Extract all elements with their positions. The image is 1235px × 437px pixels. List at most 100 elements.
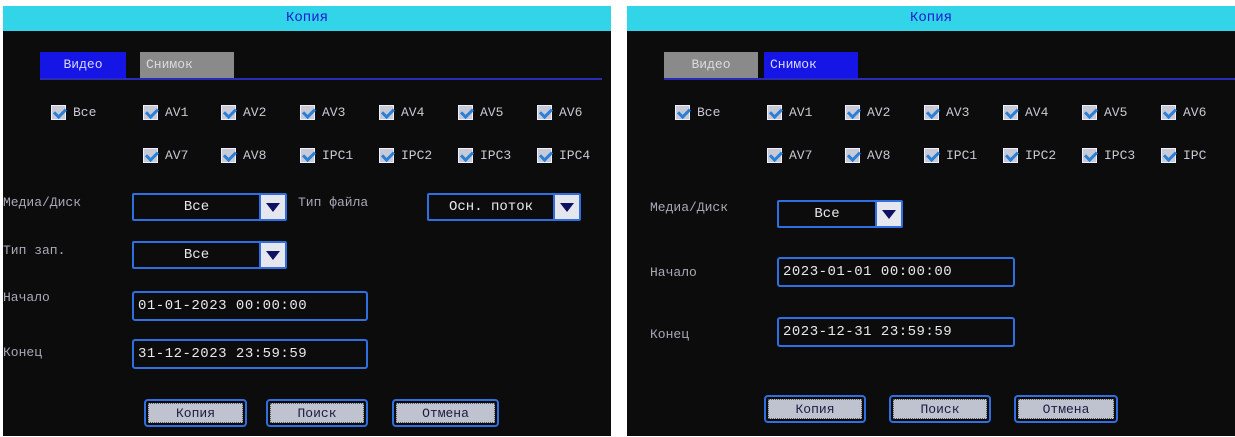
checkbox-icon bbox=[458, 147, 473, 163]
checkbox-label: AV8 bbox=[867, 147, 891, 163]
search-button[interactable]: Поиск bbox=[266, 399, 368, 427]
media-select[interactable]: Все bbox=[777, 200, 903, 228]
checkbox-icon bbox=[143, 147, 158, 163]
rectype-select[interactable]: Все bbox=[132, 241, 287, 269]
checkbox-all[interactable]: Все bbox=[675, 102, 720, 122]
tab-underline bbox=[664, 78, 1235, 80]
copy-dialog-video: Копия Видео Снимок Все AV1 AV2 AV3 AV4 A… bbox=[3, 6, 611, 436]
cancel-button-label: Отмена bbox=[396, 403, 495, 423]
search-button[interactable]: Поиск bbox=[889, 395, 991, 423]
media-label: Медиа/Диск bbox=[3, 195, 82, 210]
copy-button[interactable]: Копия bbox=[144, 399, 247, 427]
start-datetime-input[interactable]: 2023-01-01 00:00:00 bbox=[777, 257, 1015, 287]
end-datetime-input[interactable]: 2023-12-31 23:59:59 bbox=[777, 317, 1015, 347]
checkbox-label: AV3 bbox=[946, 104, 970, 120]
checkbox-label: AV7 bbox=[165, 147, 189, 163]
filetype-label: Тип файла bbox=[298, 195, 369, 210]
checkbox-label: Все bbox=[73, 104, 97, 120]
checkbox-av7[interactable]: AV7 bbox=[143, 145, 188, 165]
rectype-value: Все bbox=[183, 247, 210, 263]
checkbox-icon bbox=[924, 147, 939, 163]
tab-snapshot[interactable]: Снимок bbox=[140, 52, 234, 78]
checkbox-icon bbox=[845, 147, 860, 163]
checkbox-icon bbox=[379, 104, 394, 120]
checkbox-label: AV4 bbox=[401, 104, 425, 120]
media-select[interactable]: Все bbox=[132, 193, 287, 221]
copy-button[interactable]: Копия bbox=[764, 395, 866, 423]
checkbox-label: AV6 bbox=[1183, 104, 1207, 120]
checkbox-icon bbox=[1082, 104, 1097, 120]
checkbox-icon bbox=[1082, 147, 1097, 163]
checkbox-icon bbox=[675, 104, 690, 120]
checkbox-ipc1[interactable]: IPC1 bbox=[300, 145, 353, 165]
checkbox-av5[interactable]: AV5 bbox=[1082, 102, 1127, 122]
checkbox-av1[interactable]: AV1 bbox=[767, 102, 812, 122]
checkbox-icon bbox=[845, 104, 860, 120]
checkbox-label: AV2 bbox=[243, 104, 267, 120]
cancel-button[interactable]: Отмена bbox=[1014, 395, 1118, 423]
checkbox-av4[interactable]: AV4 bbox=[1003, 102, 1048, 122]
filetype-select[interactable]: Осн. поток bbox=[427, 193, 581, 221]
tab-video[interactable]: Видео bbox=[664, 52, 758, 78]
checkbox-icon bbox=[221, 104, 236, 120]
checkbox-ipc4[interactable]: IPC4 bbox=[537, 145, 590, 165]
checkbox-icon bbox=[51, 104, 66, 120]
checkbox-icon bbox=[767, 147, 782, 163]
checkbox-icon bbox=[221, 147, 236, 163]
checkbox-label: IPC1 bbox=[946, 147, 978, 163]
checkbox-av7[interactable]: AV7 bbox=[767, 145, 812, 165]
checkbox-av6[interactable]: AV6 bbox=[1161, 102, 1206, 122]
checkbox-ipc1[interactable]: IPC1 bbox=[924, 145, 977, 165]
checkbox-ipc2[interactable]: IPC2 bbox=[1003, 145, 1056, 165]
checkbox-ipc3[interactable]: IPC3 bbox=[1082, 145, 1135, 165]
checkbox-icon bbox=[767, 104, 782, 120]
cancel-button[interactable]: Отмена bbox=[392, 399, 499, 427]
checkbox-av8[interactable]: AV8 bbox=[221, 145, 266, 165]
chevron-down-icon[interactable] bbox=[259, 195, 285, 219]
media-label: Медиа/Диск bbox=[650, 200, 729, 215]
tab-snapshot[interactable]: Снимок bbox=[764, 52, 858, 78]
checkbox-av4[interactable]: AV4 bbox=[379, 102, 424, 122]
checkbox-av8[interactable]: AV8 bbox=[845, 145, 890, 165]
checkbox-ipc2[interactable]: IPC2 bbox=[379, 145, 432, 165]
checkbox-icon bbox=[924, 104, 939, 120]
checkbox-av2[interactable]: AV2 bbox=[845, 102, 890, 122]
end-label: Конец bbox=[3, 345, 43, 360]
dialog-title: Копия bbox=[627, 6, 1235, 31]
checkbox-ipc3[interactable]: IPC3 bbox=[458, 145, 511, 165]
checkbox-label: IPC4 bbox=[559, 147, 591, 163]
checkbox-label: AV5 bbox=[480, 104, 504, 120]
checkbox-av3[interactable]: AV3 bbox=[924, 102, 969, 122]
checkbox-av5[interactable]: AV5 bbox=[458, 102, 503, 122]
checkbox-icon bbox=[1161, 104, 1176, 120]
checkbox-av6[interactable]: AV6 bbox=[537, 102, 582, 122]
checkbox-label: IPC3 bbox=[1104, 147, 1136, 163]
checkbox-label: Все bbox=[697, 104, 721, 120]
tab-video[interactable]: Видео bbox=[40, 52, 126, 78]
media-value: Все bbox=[183, 199, 210, 215]
checkbox-av1[interactable]: AV1 bbox=[143, 102, 188, 122]
checkbox-icon bbox=[458, 104, 473, 120]
checkbox-label: AV3 bbox=[322, 104, 346, 120]
checkbox-av3[interactable]: AV3 bbox=[300, 102, 345, 122]
checkbox-ipc4[interactable]: IPC bbox=[1161, 145, 1206, 165]
chevron-down-icon[interactable] bbox=[875, 202, 901, 226]
start-datetime-input[interactable]: 01-01-2023 00:00:00 bbox=[132, 291, 368, 321]
checkbox-icon bbox=[379, 147, 394, 163]
checkbox-icon bbox=[1003, 147, 1018, 163]
checkbox-icon bbox=[1003, 104, 1018, 120]
checkbox-av2[interactable]: AV2 bbox=[221, 102, 266, 122]
copy-dialog-snapshot: Копия Видео Снимок Все AV1 AV2 AV3 AV4 A… bbox=[627, 6, 1235, 436]
checkbox-label: IPC1 bbox=[322, 147, 354, 163]
chevron-down-icon[interactable] bbox=[259, 243, 285, 267]
checkbox-label: IPC2 bbox=[1025, 147, 1057, 163]
copy-button-label: Копия bbox=[768, 399, 862, 419]
end-datetime-input[interactable]: 31-12-2023 23:59:59 bbox=[132, 339, 368, 369]
checkbox-label: AV4 bbox=[1025, 104, 1049, 120]
checkbox-icon bbox=[300, 104, 315, 120]
checkbox-label: IPC3 bbox=[480, 147, 512, 163]
checkbox-all[interactable]: Все bbox=[51, 102, 96, 122]
chevron-down-icon[interactable] bbox=[553, 195, 579, 219]
checkbox-label: IPC2 bbox=[401, 147, 433, 163]
checkbox-label: IPC bbox=[1183, 147, 1207, 163]
